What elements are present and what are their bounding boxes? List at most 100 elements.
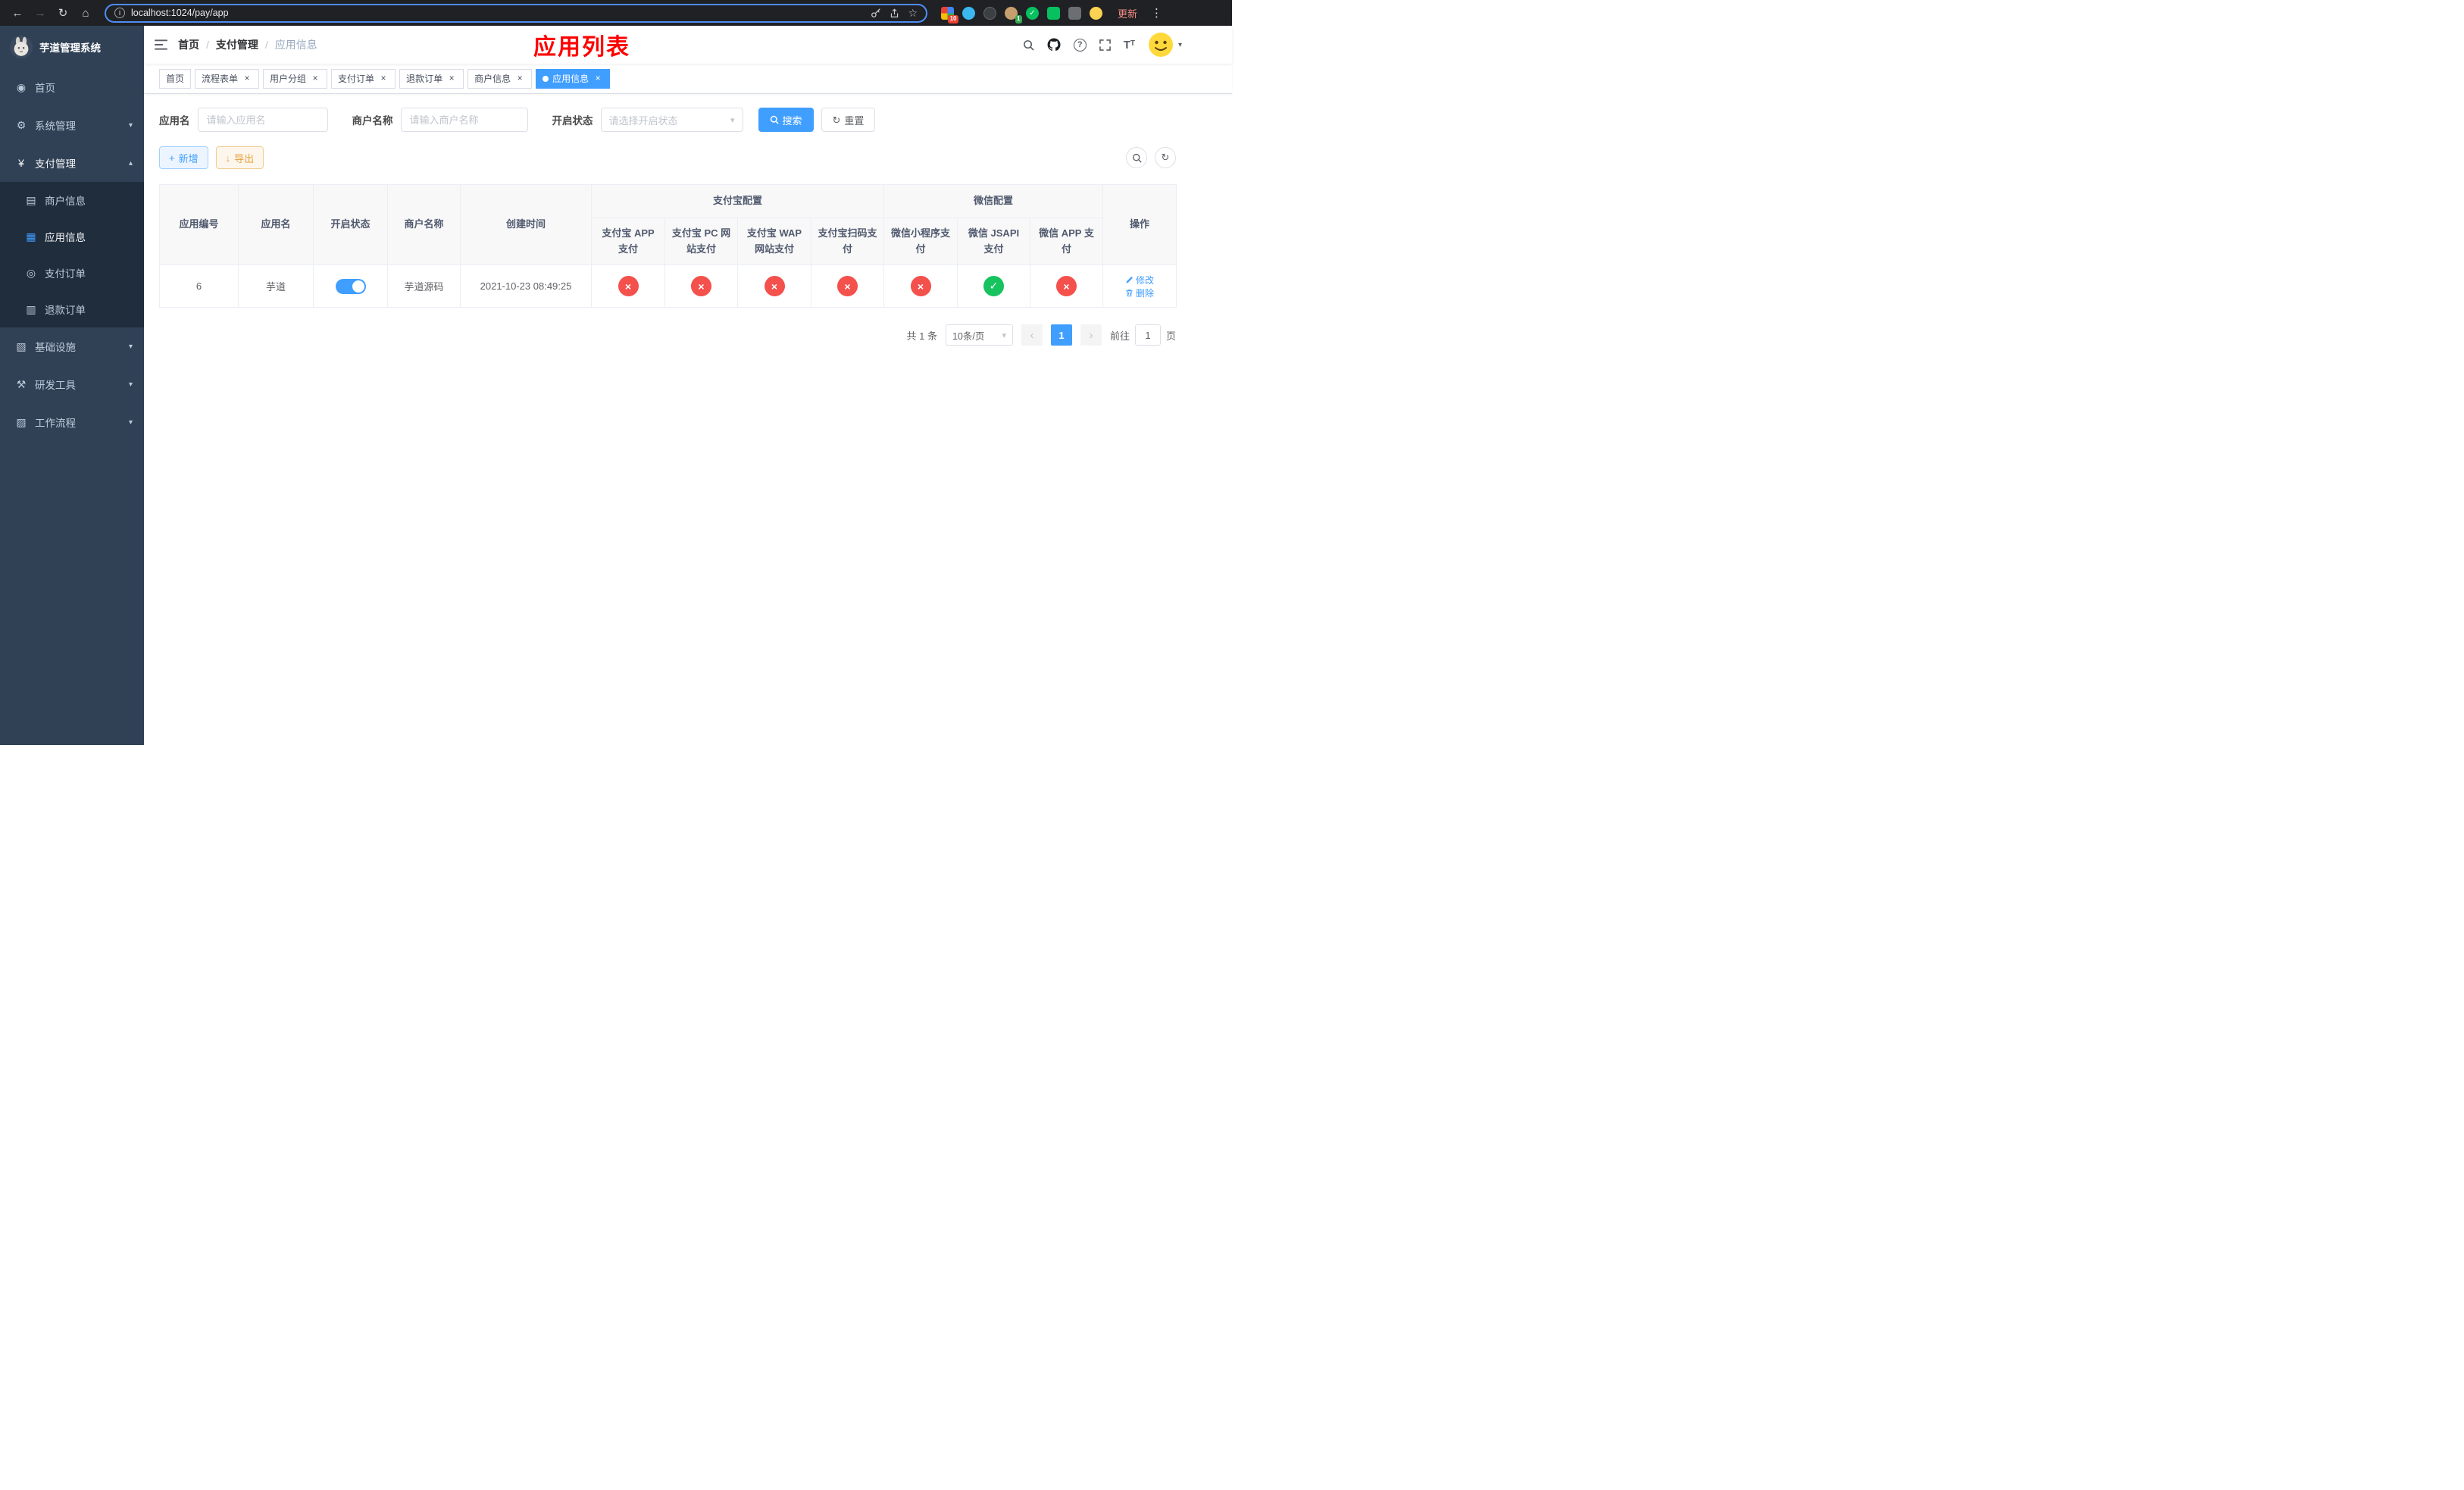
status-select-placeholder: 请选择开启状态 [608, 114, 678, 127]
app-title: 芋道管理系统 [39, 42, 101, 54]
tab-label: 用户分组 [270, 74, 307, 84]
browser-update-button[interactable]: 更新 [1118, 6, 1137, 20]
cell-actions: 修改 删除 [1102, 265, 1177, 308]
sidebar-item-app-info[interactable]: ▦ 应用信息 [0, 218, 144, 255]
refund-order-icon: ▥ [26, 302, 36, 315]
sidebar-item-merchant-info[interactable]: ▤ 商户信息 [0, 182, 144, 218]
chevron-down-icon [1002, 330, 1006, 340]
close-icon[interactable] [242, 74, 252, 84]
close-icon[interactable] [310, 74, 321, 84]
trash-icon [1126, 289, 1133, 296]
page-1-button[interactable]: 1 [1050, 324, 1072, 346]
breadcrumb-payment[interactable]: 支付管理 [216, 37, 258, 52]
chevron-down-icon [129, 121, 133, 130]
cell-merchant: 芋道源码 [387, 265, 461, 308]
sidebar-item-payment[interactable]: ¥ 支付管理 [0, 144, 144, 182]
chevron-up-icon [129, 159, 133, 167]
extension-grid-icon[interactable]: 10 [941, 6, 958, 23]
prev-page-button[interactable]: ‹ [1021, 324, 1043, 346]
status-select[interactable]: 请选择开启状态 [600, 108, 743, 132]
sidebar-item-system[interactable]: ⚙ 系统管理 [0, 106, 144, 144]
tab-label: 流程表单 [202, 74, 239, 84]
help-icon[interactable]: ? [1073, 38, 1087, 52]
search-icon[interactable] [1023, 39, 1034, 51]
sub-column-header: 微信 APP 支付 [1030, 218, 1104, 265]
sidebar-item-pay-order[interactable]: ◎ 支付订单 [0, 255, 144, 291]
goto-page-input[interactable] [1134, 324, 1161, 346]
tab-home[interactable]: 首页 [159, 68, 192, 89]
close-icon[interactable] [446, 74, 457, 84]
sidebar-item-label: 基础设施 [35, 342, 76, 353]
sub-column-header: 支付宝 APP 支付 [591, 218, 665, 265]
extension-avatar-icon[interactable]: 1 [1005, 6, 1022, 23]
goto-page: 前往 页 [1110, 324, 1176, 346]
tab-refund-order[interactable]: 退款订单 [399, 68, 464, 89]
cell-wechat-jsapi: ✓ [957, 265, 1031, 308]
forward-icon[interactable]: → [30, 3, 50, 23]
extension-green-square-icon[interactable] [1047, 6, 1060, 20]
toggle-search-button[interactable] [1126, 147, 1147, 168]
reset-button[interactable]: ↻ 重置 [821, 108, 876, 132]
search-icon [1132, 153, 1142, 163]
page-size-select[interactable]: 10条/页 [945, 324, 1013, 346]
infrastructure-icon: ▧ [16, 340, 27, 352]
browser-menu-icon[interactable]: ⋮ [1148, 6, 1165, 20]
export-button[interactable]: ↓ 导出 [215, 146, 264, 169]
sidebar-item-infrastructure[interactable]: ▧ 基础设施 [0, 327, 144, 365]
add-button[interactable]: + 新增 [159, 146, 208, 169]
sidebar-item-label: 工作流程 [35, 418, 76, 429]
chevron-down-icon [129, 418, 133, 427]
extension-drop-icon[interactable] [962, 6, 975, 20]
close-icon[interactable] [378, 74, 389, 84]
extension-badge: 1 [1015, 14, 1022, 23]
tab-pay-order[interactable]: 支付订单 [331, 68, 396, 89]
sidebar-item-devtools[interactable]: ⚒ 研发工具 [0, 365, 144, 403]
dashboard-icon: ◉ [16, 80, 27, 93]
share-icon[interactable] [890, 8, 899, 18]
site-info-icon[interactable]: i [114, 8, 125, 18]
tab-merchant-info[interactable]: 商户信息 [467, 68, 533, 89]
close-icon[interactable] [514, 74, 525, 84]
refresh-table-button[interactable]: ↻ [1155, 147, 1176, 168]
tools-icon: ⚒ [16, 377, 27, 390]
cross-icon: × [837, 276, 858, 296]
url-bar[interactable]: i localhost:1024/pay/app ☆ [105, 3, 927, 23]
sidebar-item-refund-order[interactable]: ▥ 退款订单 [0, 291, 144, 327]
home-icon[interactable]: ⌂ [76, 3, 95, 23]
reload-icon[interactable]: ↻ [53, 3, 73, 23]
sidebar-toggle-icon[interactable] [155, 39, 167, 50]
bookmark-star-icon[interactable]: ☆ [908, 7, 918, 20]
goto-label: 前往 [1109, 330, 1130, 342]
breadcrumb-home[interactable]: 首页 [178, 37, 199, 52]
app-name-input[interactable] [197, 108, 328, 132]
cross-icon: × [910, 276, 931, 296]
github-icon[interactable] [1047, 38, 1061, 52]
filter-form: 应用名 商户名称 开启状态 请选择开启状态 搜索 ↻ 重置 [159, 108, 1176, 132]
extension-green-circle-icon[interactable]: ✓ [1026, 6, 1039, 20]
top-navbar: 首页 / 支付管理 / 应用信息 应用列表 ? TT ▾ [144, 26, 1232, 64]
extension-dark-icon[interactable] [983, 6, 996, 20]
font-size-icon[interactable]: TT [1124, 39, 1135, 51]
back-icon[interactable]: ← [8, 3, 27, 23]
tab-process-form[interactable]: 流程表单 [195, 68, 260, 89]
refresh-icon: ↻ [832, 114, 841, 126]
extension-face-icon[interactable] [1090, 6, 1102, 20]
sidebar-item-home[interactable]: ◉ 首页 [0, 68, 144, 106]
app-logo[interactable]: 芋道管理系统 [0, 26, 144, 68]
edit-link[interactable]: 修改 [1125, 274, 1154, 286]
status-toggle[interactable] [335, 278, 366, 294]
fullscreen-icon[interactable] [1099, 39, 1111, 51]
password-key-icon[interactable] [871, 8, 881, 18]
next-page-button[interactable]: › [1080, 324, 1102, 346]
close-icon[interactable] [593, 74, 603, 84]
extensions-puzzle-icon[interactable] [1068, 6, 1081, 20]
sidebar-item-workflow[interactable]: ▨ 工作流程 [0, 403, 144, 441]
delete-link[interactable]: 删除 [1125, 286, 1154, 299]
chevron-down-icon: ▾ [1177, 40, 1182, 49]
user-menu[interactable]: ▾ [1148, 32, 1182, 58]
tab-app-info[interactable]: 应用信息 [536, 68, 611, 89]
sub-column-header: 支付宝 WAP 网站支付 [737, 218, 811, 265]
merchant-name-input[interactable] [400, 108, 528, 132]
search-button[interactable]: 搜索 [758, 108, 814, 132]
tab-user-group[interactable]: 用户分组 [263, 68, 328, 89]
